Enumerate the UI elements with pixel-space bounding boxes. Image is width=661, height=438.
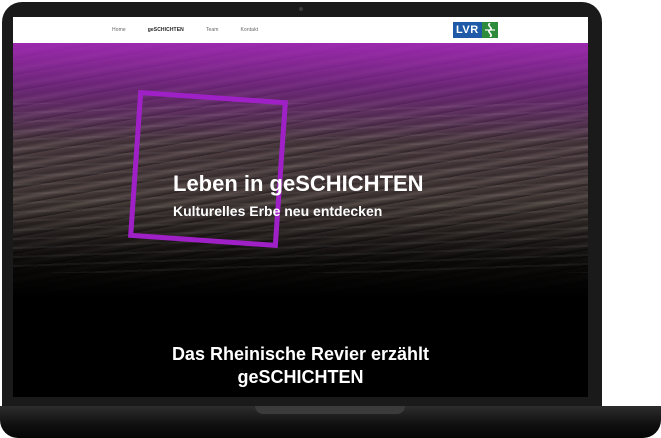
hero-title: Leben in geSCHICHTEN xyxy=(173,171,424,196)
lvr-river-icon xyxy=(481,22,498,38)
section-title-line2: geSCHICHTEN xyxy=(237,367,364,387)
hero-accent-frame xyxy=(128,89,288,249)
site-navbar: Home geSCHICHTEN Team Kontakt LVR xyxy=(13,17,588,43)
logo-text: LVR xyxy=(453,22,482,38)
lvr-logo[interactable]: LVR xyxy=(453,22,501,38)
nav-link-team[interactable]: Team xyxy=(206,27,219,33)
hero-subtitle: Kulturelles Erbe neu entdecken xyxy=(173,203,383,219)
nav-link-home[interactable]: Home xyxy=(112,27,126,33)
section-title: Das Rheinische Revier erzählt geSCHICHTE… xyxy=(13,343,588,389)
nav-link-kontakt[interactable]: Kontakt xyxy=(241,27,259,33)
camera-dot xyxy=(299,7,303,11)
nav-link-geschichten[interactable]: geSCHICHTEN xyxy=(148,27,184,33)
screen: Home geSCHICHTEN Team Kontakt LVR Leben … xyxy=(13,17,588,397)
nav-links: Home geSCHICHTEN Team Kontakt xyxy=(112,17,258,43)
laptop-base-notch xyxy=(255,406,405,414)
section-title-line1: Das Rheinische Revier erzählt xyxy=(171,344,430,364)
hero-section: Leben in geSCHICHTEN Kulturelles Erbe ne… xyxy=(13,43,588,397)
